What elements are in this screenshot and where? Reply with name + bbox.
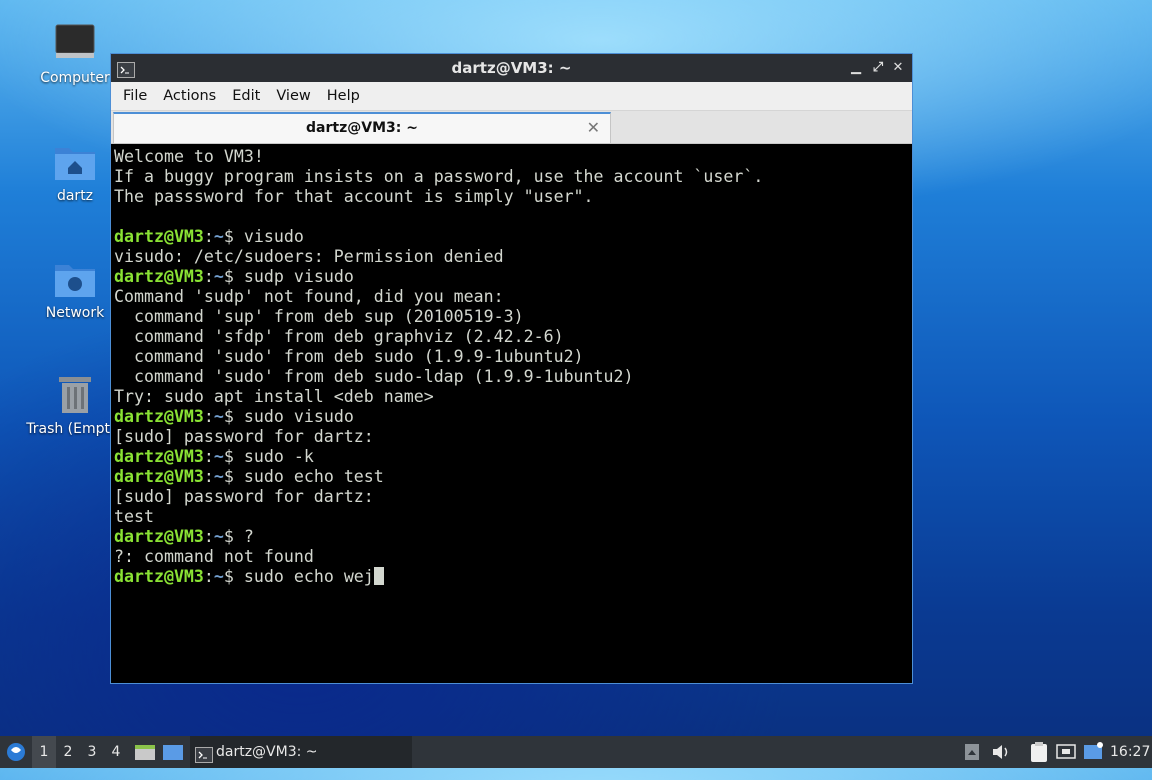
workspace-4[interactable]: 4 (104, 736, 128, 768)
tab-label: dartz@VM3: ~ (306, 120, 418, 136)
window-titlebar[interactable]: dartz@VM3: ~ ▁ ⤢ ✕ (111, 54, 912, 82)
command-text: visudo (233, 227, 304, 246)
maximize-button[interactable]: ⤢ (868, 54, 888, 82)
prompt-symbol: $ (223, 567, 234, 586)
taskbar: 1 2 3 4 dartz@VM3: ~ 16:27 (0, 736, 1152, 768)
network-status-icon[interactable] (1055, 736, 1077, 768)
prompt-user: dartz@VM3 (114, 467, 204, 486)
prompt-user: dartz@VM3 (114, 527, 204, 546)
prompt-user: dartz@VM3 (114, 227, 204, 246)
prompt-symbol: $ (223, 227, 234, 246)
workspace-2[interactable]: 2 (56, 736, 80, 768)
command-text: ? (233, 527, 254, 546)
prompt-path: ~ (213, 267, 224, 286)
tray-expand-icon[interactable] (963, 736, 981, 768)
terminal-icon (117, 59, 135, 78)
prompt-user: dartz@VM3 (114, 267, 204, 286)
clock[interactable]: 16:27 (1110, 736, 1150, 768)
prompt-separator: : (203, 467, 214, 486)
terminal-icon (195, 743, 213, 775)
output-line: [sudo] password for dartz: (114, 427, 374, 446)
command-text: sudo -k (233, 447, 314, 466)
workspace-1[interactable]: 1 (32, 736, 56, 768)
menu-file[interactable]: File (115, 88, 155, 104)
output-line: command 'sup' from deb sup (20100519-3) (114, 307, 524, 326)
prompt-separator: : (203, 267, 214, 286)
prompt-path: ~ (213, 567, 224, 586)
prompt-user: dartz@VM3 (114, 567, 204, 586)
menubar: File Actions Edit View Help (111, 82, 912, 111)
menu-help[interactable]: Help (319, 88, 368, 104)
output-line: Try: sudo apt install <deb name> (114, 387, 434, 406)
command-text: sudo echo wej (233, 567, 374, 586)
prompt-symbol: $ (223, 407, 234, 426)
prompt-line: dartz@VM3:~$ sudp visudo (114, 267, 909, 287)
clipboard-icon[interactable] (1028, 736, 1050, 768)
computer-icon (53, 22, 97, 66)
prompt-separator: : (203, 227, 214, 246)
prompt-path: ~ (213, 407, 224, 426)
tab-bar: dartz@VM3: ~ ✕ (111, 111, 912, 144)
terminal-output[interactable]: Welcome to VM3! If a buggy program insist… (114, 145, 909, 680)
trash-icon (53, 373, 97, 417)
prompt-symbol: $ (223, 527, 234, 546)
prompt-line: dartz@VM3:~$ sudo echo test (114, 467, 909, 487)
menu-actions[interactable]: Actions (155, 88, 224, 104)
output-line: ?: command not found (114, 547, 314, 566)
close-button[interactable]: ✕ (888, 54, 908, 82)
minimize-button[interactable]: ▁ (846, 54, 866, 82)
prompt-path: ~ (213, 467, 224, 486)
workspace-3[interactable]: 3 (80, 736, 104, 768)
prompt-line: dartz@VM3:~$ ? (114, 527, 909, 547)
show-desktop-icon[interactable] (162, 736, 184, 768)
prompt-user: dartz@VM3 (114, 447, 204, 466)
tab-terminal[interactable]: dartz@VM3: ~ ✕ (113, 112, 611, 143)
volume-icon[interactable] (990, 736, 1012, 768)
output-line: Command 'sudp' not found, did you mean: (114, 287, 504, 306)
prompt-separator: : (203, 527, 214, 546)
network-folder-icon (53, 257, 97, 301)
prompt-user: dartz@VM3 (114, 407, 204, 426)
output-line: command 'sudo' from deb sudo-ldap (1.9.9… (114, 367, 634, 386)
prompt-symbol: $ (223, 267, 234, 286)
prompt-path: ~ (213, 447, 224, 466)
prompt-line: dartz@VM3:~$ sudo -k (114, 447, 909, 467)
text-cursor (373, 567, 384, 585)
terminal-window[interactable]: dartz@VM3: ~ ▁ ⤢ ✕ File Actions Edit Vie… (110, 53, 913, 684)
output-line: test (114, 507, 154, 526)
window-title: dartz@VM3: ~ (451, 59, 572, 77)
command-text: sudo echo test (233, 467, 384, 486)
notification-icon[interactable] (1082, 736, 1104, 768)
prompt-separator: : (203, 447, 214, 466)
command-text: sudp visudo (233, 267, 354, 286)
taskbar-task-terminal[interactable]: dartz@VM3: ~ (190, 736, 412, 768)
prompt-line: dartz@VM3:~$ visudo (114, 227, 909, 247)
prompt-symbol: $ (223, 467, 234, 486)
prompt-line: dartz@VM3:~$ sudo echo wej (114, 567, 909, 587)
command-text: sudo visudo (233, 407, 354, 426)
output-line: Welcome to VM3! (114, 147, 264, 166)
output-line: The passsword for that account is simply… (114, 187, 594, 206)
output-line: visudo: /etc/sudoers: Permission denied (114, 247, 504, 266)
task-label: dartz@VM3: ~ (216, 744, 318, 760)
prompt-path: ~ (213, 227, 224, 246)
prompt-separator: : (203, 567, 214, 586)
prompt-path: ~ (213, 527, 224, 546)
menu-edit[interactable]: Edit (224, 88, 268, 104)
output-line: [sudo] password for dartz: (114, 487, 374, 506)
output-line: command 'sudo' from deb sudo (1.9.9-1ubu… (114, 347, 584, 366)
prompt-line: dartz@VM3:~$ sudo visudo (114, 407, 909, 427)
menu-view[interactable]: View (268, 88, 318, 104)
output-line: command 'sfdp' from deb graphviz (2.42.2… (114, 327, 564, 346)
prompt-symbol: $ (223, 447, 234, 466)
tab-close-icon[interactable]: ✕ (587, 114, 600, 142)
app-menu-icon[interactable] (4, 736, 28, 768)
file-manager-icon[interactable] (134, 736, 156, 768)
prompt-separator: : (203, 407, 214, 426)
home-folder-icon (53, 140, 97, 184)
output-line: If a buggy program insists on a password… (114, 167, 764, 186)
